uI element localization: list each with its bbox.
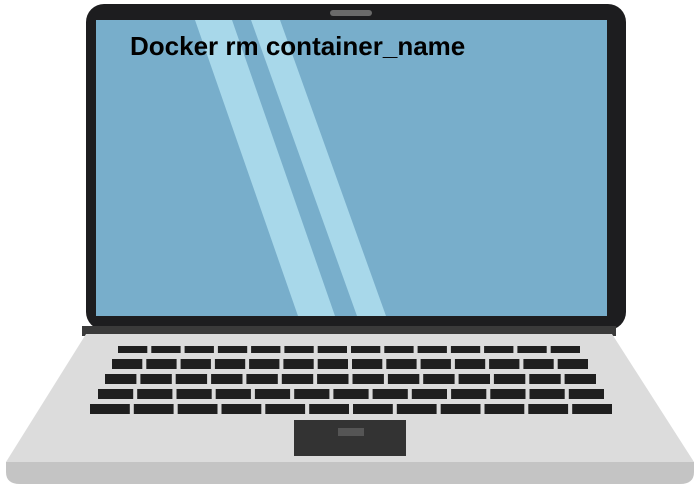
keyboard-key bbox=[118, 346, 148, 353]
keyboard-key bbox=[175, 374, 208, 384]
keyboard-key bbox=[568, 389, 604, 399]
keyboard-key bbox=[151, 346, 181, 353]
keyboard-key bbox=[517, 346, 547, 353]
keyboard-key bbox=[211, 374, 243, 384]
keyboard-key bbox=[137, 389, 173, 399]
keyboard-key bbox=[372, 389, 408, 399]
keyboard-key bbox=[451, 389, 487, 399]
keyboard-key bbox=[572, 404, 612, 414]
keyboard-key bbox=[215, 389, 251, 399]
keyboard-key bbox=[309, 404, 349, 414]
keyboard-key bbox=[529, 389, 565, 399]
keyboard-key bbox=[246, 374, 278, 384]
keyboard-key bbox=[454, 359, 486, 369]
keyboard-key bbox=[440, 404, 481, 414]
keyboard-key bbox=[317, 359, 348, 369]
keyboard-key bbox=[528, 404, 569, 414]
keyboard-key bbox=[490, 389, 526, 399]
keyboard-key bbox=[523, 359, 554, 369]
keyboard-key bbox=[317, 374, 349, 384]
keyboard-key bbox=[133, 404, 174, 414]
keyboard-key bbox=[458, 374, 490, 384]
keyboard-key bbox=[184, 346, 214, 353]
keyboard-key bbox=[557, 359, 588, 369]
keyboard-key bbox=[281, 374, 314, 384]
keyboard-key bbox=[384, 346, 414, 353]
keyboard-key bbox=[564, 374, 596, 384]
keyboard-key bbox=[112, 359, 143, 369]
keyboard-key bbox=[98, 389, 134, 399]
keyboard-key bbox=[411, 389, 447, 399]
keyboard-key bbox=[180, 359, 211, 369]
keyboard-key bbox=[217, 346, 248, 353]
keyboard-key bbox=[493, 374, 526, 384]
keyboard-key bbox=[254, 389, 291, 399]
keyboard-key bbox=[146, 359, 177, 369]
laptop-base-edge bbox=[6, 462, 694, 484]
keyboard-key bbox=[352, 359, 383, 369]
keyboard-key bbox=[396, 404, 437, 414]
keyboard-key bbox=[176, 389, 212, 399]
keyboard-key bbox=[550, 346, 580, 353]
keyboard-key bbox=[387, 374, 420, 384]
keyboard-key bbox=[484, 346, 514, 353]
keyboard-key bbox=[90, 404, 130, 414]
keyboard-key bbox=[423, 374, 455, 384]
keyboard-key bbox=[317, 346, 347, 353]
keyboard-key bbox=[221, 404, 262, 414]
keyboard-key bbox=[283, 359, 314, 369]
keyboard-key bbox=[251, 346, 281, 353]
keyboard-key bbox=[265, 404, 306, 414]
keyboard-key bbox=[420, 359, 451, 369]
webcam-notch bbox=[330, 10, 372, 16]
laptop-icon bbox=[6, 4, 694, 484]
keyboard-key bbox=[333, 389, 369, 399]
screen-caption: Docker rm container_name bbox=[130, 31, 466, 61]
keyboard-key bbox=[353, 404, 393, 414]
keyboard-key bbox=[105, 374, 137, 384]
keyboard-key bbox=[294, 389, 330, 399]
trackpad-surface bbox=[338, 428, 364, 436]
keyboard-key bbox=[489, 359, 520, 369]
trackpad bbox=[294, 420, 406, 456]
keyboard-key bbox=[386, 359, 417, 369]
keyboard-key bbox=[352, 374, 384, 384]
keyboard-key bbox=[214, 359, 246, 369]
keyboard-key bbox=[417, 346, 447, 353]
keyboard-key bbox=[529, 374, 561, 384]
keyboard-key bbox=[140, 374, 172, 384]
keyboard-key bbox=[450, 346, 481, 353]
keyboard-key bbox=[484, 404, 525, 414]
keyboard-key bbox=[249, 359, 280, 369]
keyboard-key bbox=[177, 404, 218, 414]
keyboard-key bbox=[284, 346, 314, 353]
keyboard-key bbox=[351, 346, 381, 353]
